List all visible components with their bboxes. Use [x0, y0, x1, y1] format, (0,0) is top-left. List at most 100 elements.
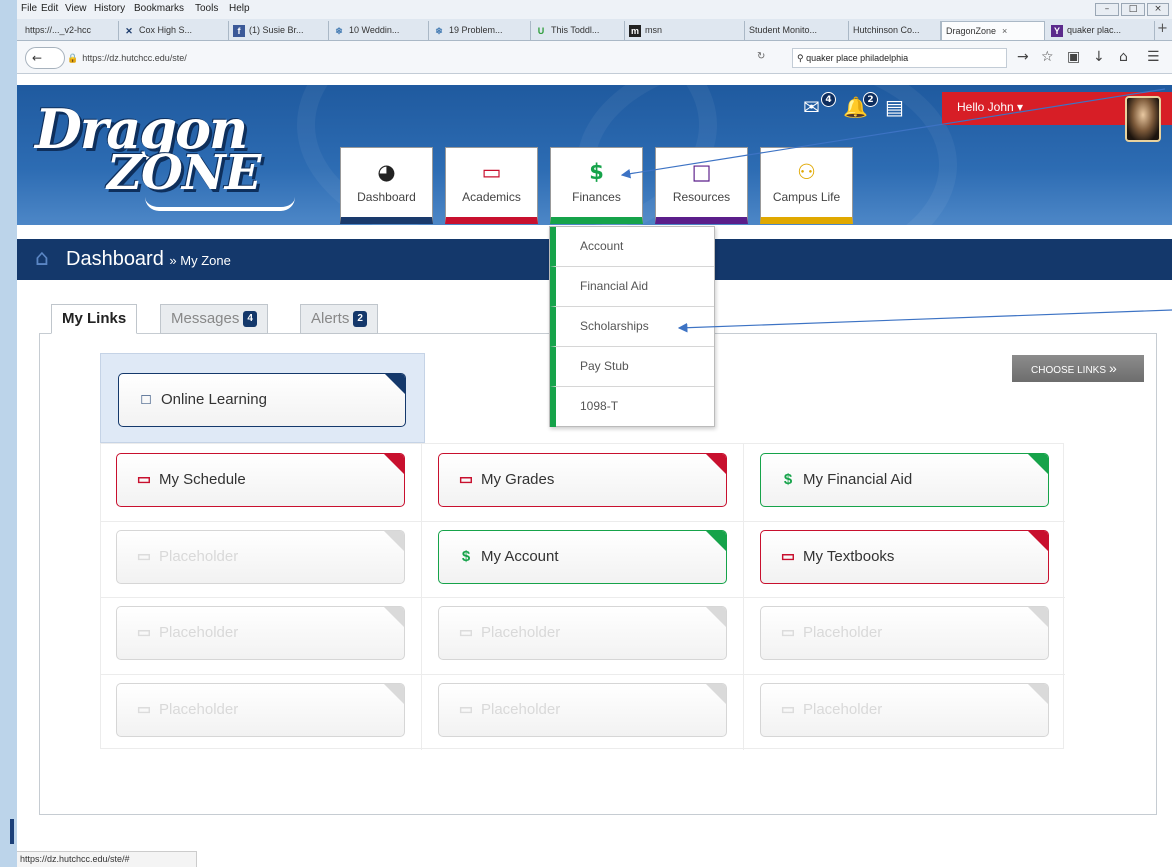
browser-tab[interactable]: Hutchinson Co... [849, 21, 941, 40]
book-icon: ▭ [780, 624, 796, 641]
browser-tab-active[interactable]: DragonZone × [941, 21, 1045, 40]
link-label: Placeholder [159, 624, 239, 641]
corner-flag [385, 374, 405, 394]
globe-icon: ❄ [335, 25, 343, 36]
logo-tail [145, 197, 295, 211]
corner-flag [384, 454, 404, 474]
link-placeholder[interactable]: ▭ Placeholder [438, 606, 727, 660]
avatar[interactable] [1125, 96, 1161, 142]
book-icon: ▭ [780, 701, 796, 718]
home-icon[interactable]: ⌂ [1119, 49, 1128, 65]
link-online-learning[interactable]: □ Online Learning [118, 373, 406, 427]
link-placeholder[interactable]: ▭ Placeholder [438, 683, 727, 737]
link-my-grades[interactable]: ▭ My Grades [438, 453, 727, 507]
browser-tab[interactable]: https://..._v2-hcc [21, 21, 119, 40]
reload-icon[interactable]: ↻ [757, 51, 765, 62]
nav-academics[interactable]: ▭ Academics [445, 147, 538, 224]
menu-icon[interactable]: ☰ [1147, 49, 1160, 65]
link-my-schedule[interactable]: ▭ My Schedule [116, 453, 405, 507]
nav-label: Dashboard [357, 190, 416, 204]
link-my-financial-aid[interactable]: $ My Financial Aid [760, 453, 1049, 507]
corner-flag [384, 684, 404, 704]
back-button[interactable]: ← [25, 47, 65, 69]
dropdown-item-1098-t[interactable]: 1098-T [550, 387, 714, 427]
nav-dashboard[interactable]: ◕ Dashboard [340, 147, 433, 224]
menu-edit[interactable]: Edit [41, 3, 58, 14]
laptop-icon: □ [691, 160, 712, 184]
menu-history[interactable]: History [94, 3, 125, 14]
header-icons: ✉ 4 🔔 2 ▤ [803, 92, 933, 123]
tab-alerts[interactable]: Alerts 2 [300, 304, 378, 334]
dropdown-label: Account [580, 239, 624, 253]
card-icon[interactable]: ▤ [885, 95, 904, 119]
tab-my-links[interactable]: My Links [51, 304, 138, 334]
link-placeholder[interactable]: ▭ Placeholder [760, 683, 1049, 737]
download-icon[interactable]: ↓ [1093, 49, 1105, 65]
link-label: My Grades [481, 471, 555, 488]
url-bar[interactable]: 🔒 https://dz.hutchcc.edu/ste/ [67, 48, 387, 68]
nav-label: Academics [462, 190, 521, 204]
browser-tab[interactable]: ❄ 10 Weddin... [329, 21, 429, 40]
browser-tab[interactable]: ✕ Cox High S... [119, 21, 229, 40]
menu-tools[interactable]: Tools [195, 3, 218, 14]
tab-label: (1) Susie Br... [249, 25, 304, 35]
new-tab-button[interactable]: + [1157, 21, 1168, 36]
nav-label: Finances [572, 190, 621, 204]
browser-tab[interactable]: ❄ 19 Problem... [429, 21, 531, 40]
book-icon: ▭ [458, 701, 474, 718]
link-placeholder[interactable]: ▭ Placeholder [760, 606, 1049, 660]
link-label: Placeholder [803, 701, 883, 718]
mail-badge: 4 [821, 92, 836, 107]
close-tab-icon[interactable]: × [1002, 26, 1007, 36]
corner-flag [706, 607, 726, 627]
browser-tab[interactable]: f (1) Susie Br... [229, 21, 329, 40]
link-label: My Financial Aid [803, 471, 913, 488]
dropdown-item-account[interactable]: Account [550, 227, 714, 267]
tab-messages[interactable]: Messages 4 [160, 304, 268, 334]
dropdown-item-financial-aid[interactable]: Financial Aid [550, 267, 714, 307]
nav-finances[interactable]: $ Finances [550, 147, 643, 224]
link-my-account[interactable]: $ My Account [438, 530, 727, 584]
link-placeholder[interactable]: ▭ Placeholder [116, 606, 405, 660]
menu-view[interactable]: View [65, 3, 87, 14]
menu-file[interactable]: File [21, 3, 37, 14]
dropdown-item-scholarships[interactable]: Scholarships [550, 307, 714, 347]
browser-tab[interactable]: Student Monito... [745, 21, 849, 40]
minimize-button[interactable]: – [1095, 3, 1119, 16]
corner-flag [706, 531, 726, 551]
browser-tab[interactable]: U This Toddl... [531, 21, 625, 40]
dropdown-label: Financial Aid [580, 279, 649, 293]
library-icon[interactable]: ▣ [1067, 49, 1080, 65]
menu-bookmarks[interactable]: Bookmarks [134, 3, 184, 14]
dropdown-label: Pay Stub [580, 359, 629, 373]
slide-edge-mark [10, 819, 14, 844]
nav-campus-life[interactable]: ⚇ Campus Life [760, 147, 853, 224]
page-title: Dashboard » My Zone [66, 248, 231, 271]
book-icon: ▭ [136, 471, 152, 488]
nav-resources[interactable]: □ Resources [655, 147, 748, 224]
link-label: Placeholder [803, 624, 883, 641]
dragonzone-logo[interactable]: Dragon ZONE [35, 97, 315, 215]
link-label: My Schedule [159, 471, 246, 488]
dropdown-item-pay-stub[interactable]: Pay Stub [550, 347, 714, 387]
close-window-button[interactable]: × [1147, 3, 1169, 16]
link-placeholder[interactable]: ▭ Placeholder [116, 683, 405, 737]
link-placeholder[interactable]: ▭ Placeholder [116, 530, 405, 584]
tab-label: Hutchinson Co... [853, 25, 920, 35]
u-logo-icon: U [537, 25, 545, 36]
bookmark-star-icon[interactable]: ☆ [1041, 49, 1054, 65]
mail-icon[interactable]: ✉ [803, 95, 820, 119]
link-my-textbooks[interactable]: ▭ My Textbooks [760, 530, 1049, 584]
facebook-icon: f [233, 24, 245, 37]
search-input[interactable]: ⚲ quaker place philadelphia [792, 48, 1007, 68]
browser-tab[interactable]: Yquaker plac... [1047, 21, 1155, 40]
choose-links-button[interactable]: CHOOSE LINKS» [1012, 355, 1144, 382]
corner-flag [1028, 684, 1048, 704]
menu-help[interactable]: Help [229, 3, 250, 14]
browser-tab[interactable]: m msn [625, 21, 745, 40]
home-icon[interactable]: ⌂ [35, 246, 49, 271]
forward-arrow-icon[interactable]: → [1017, 49, 1029, 65]
corner-flag [1028, 607, 1048, 627]
annotation-arrow [677, 309, 1172, 333]
restore-button[interactable]: □ [1121, 3, 1145, 16]
